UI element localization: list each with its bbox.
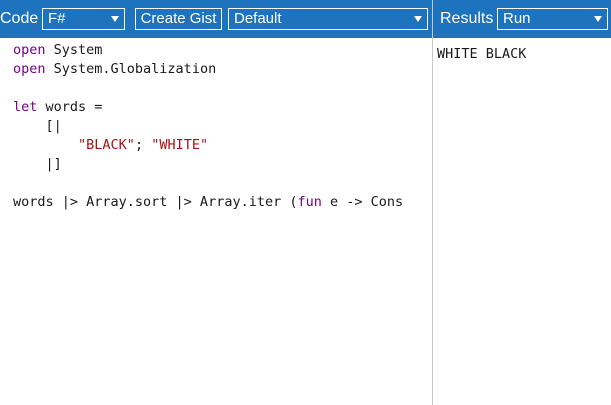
code-keyword: let: [13, 99, 38, 115]
app-window: Code F# Create Gist Default Results Run …: [0, 0, 611, 405]
code-toolbar: Code F# Create Gist Default: [0, 0, 432, 38]
create-gist-button[interactable]: Create Gist: [135, 8, 222, 30]
run-select-value: Run: [503, 10, 531, 27]
code-line: "BLACK"; "WHITE": [13, 136, 403, 155]
results-label: Results: [440, 10, 494, 27]
chevron-down-icon: [594, 16, 602, 22]
code-string: "BLACK": [78, 137, 135, 153]
chevron-down-icon: [414, 16, 422, 22]
code-content[interactable]: open System open System.Globalization let …: [13, 41, 403, 212]
theme-select[interactable]: Default: [228, 8, 428, 30]
code-keyword: fun: [297, 194, 322, 210]
code-keyword: open: [13, 61, 46, 77]
chevron-down-icon: [111, 16, 119, 22]
code-token: e -> Cons: [321, 194, 404, 210]
code-token: [|: [13, 118, 62, 134]
code-token: System: [45, 42, 103, 58]
code-line: let words =: [13, 98, 403, 117]
results-output: WHITE BLACK: [437, 46, 527, 62]
code-line: open System.Globalization: [13, 60, 403, 79]
theme-select-value: Default: [234, 10, 282, 27]
code-token: System.Globalization: [45, 61, 217, 77]
code-token: |]: [13, 156, 62, 172]
results-pane: WHITE BLACK: [433, 38, 611, 405]
code-line: open System: [13, 41, 403, 60]
code-keyword: open: [13, 42, 46, 58]
code-token: ;: [134, 137, 152, 153]
code-label: Code: [0, 10, 39, 27]
code-token: words =: [37, 99, 103, 115]
code-line: words |> Array.sort |> Array.iter (fun e…: [13, 193, 403, 212]
code-line: |]: [13, 155, 403, 174]
results-toolbar: Results Run: [433, 0, 611, 38]
language-select[interactable]: F#: [42, 8, 125, 30]
language-select-value: F#: [48, 10, 66, 27]
code-line: [|: [13, 117, 403, 136]
run-select[interactable]: Run: [497, 8, 608, 30]
code-string: "WHITE": [151, 137, 209, 153]
code-editor[interactable]: open System open System.Globalization let …: [0, 38, 432, 405]
code-token: words |> Array.sort |> Array.iter (: [13, 194, 298, 210]
